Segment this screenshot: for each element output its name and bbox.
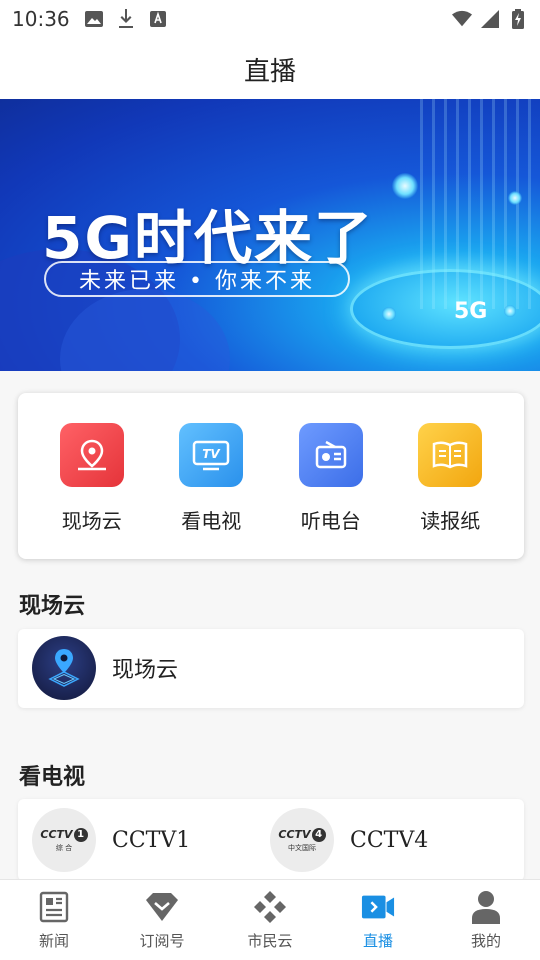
location-pin-icon: [59, 423, 124, 487]
quick-link-watch-tv[interactable]: TV 看电视: [161, 423, 261, 559]
signal-icon: [480, 9, 500, 29]
battery-charging-icon: [508, 9, 528, 29]
banner-glow-dot: [504, 305, 516, 317]
quick-link-label: 现场云: [61, 509, 122, 533]
nav-label: 市民云: [247, 932, 293, 950]
tv-channel-item[interactable]: CCTV 1 综 合 CCTV1: [32, 806, 270, 874]
page-title: 直播: [243, 56, 296, 87]
nav-item-live[interactable]: 直播: [324, 880, 432, 960]
cctv-logo-subtitle: 综 合: [55, 843, 73, 852]
newspaper-icon: [418, 423, 483, 487]
tv-channel-item[interactable]: CCTV 4 中文国际 CCTV4: [270, 806, 508, 874]
list-item-label: 现场云: [112, 658, 179, 683]
scene-cloud-avatar: [32, 636, 96, 700]
promo-banner[interactable]: 5G时代来了 未来已来 • 你来不来 5G: [0, 99, 540, 371]
nav-label: 直播: [362, 932, 393, 950]
cctv-logo-number: 1: [73, 827, 88, 842]
quick-link-label: 读报纸: [420, 509, 481, 533]
banner-glow-dot: [392, 173, 418, 199]
tv-channel-label: CCTV4: [350, 827, 429, 853]
bottom-navigation: 新闻 订阅号 市民云 直播 我的: [0, 879, 540, 960]
nav-item-subscription[interactable]: 订阅号: [108, 880, 216, 960]
nav-label: 新闻: [38, 932, 69, 950]
banner-glow-dot: [508, 191, 522, 205]
citizen-cloud-icon: [253, 890, 287, 924]
nav-item-news[interactable]: 新闻: [0, 880, 108, 960]
cctv-logo-text: CCTV: [278, 828, 311, 841]
quick-link-label: 听电台: [300, 509, 361, 533]
scene-cloud-card: 现场云: [18, 629, 524, 708]
tv-channel-label: CCTV1: [112, 827, 191, 853]
status-time: 10:36: [12, 7, 70, 31]
banner-tagline-pill: 未来已来 • 你来不来: [44, 261, 350, 297]
profile-icon: [469, 890, 503, 924]
nav-item-profile[interactable]: 我的: [432, 880, 540, 960]
nav-label: 订阅号: [139, 932, 185, 950]
cctv-logo-subtitle: 中文国际: [288, 843, 316, 852]
download-notification-icon: [116, 9, 136, 29]
cctv4-logo: CCTV 4 中文国际: [270, 808, 334, 872]
quick-links-card: 现场云 TV 看电视 听电台 读报纸: [18, 393, 524, 559]
nav-label: 我的: [470, 932, 501, 950]
gallery-notification-icon: [84, 9, 104, 29]
section-title-scene-cloud: 现场云: [19, 593, 86, 619]
page-header: 直播: [0, 38, 540, 100]
quick-link-scene-cloud[interactable]: 现场云: [42, 423, 142, 559]
svg-text:TV: TV: [203, 447, 222, 461]
nav-item-citizen-cloud[interactable]: 市民云: [216, 880, 324, 960]
tv-icon: TV: [179, 423, 244, 487]
banner-5g-badge: 5G: [454, 299, 488, 324]
list-item[interactable]: 现场云: [32, 636, 510, 700]
quick-link-radio[interactable]: 听电台: [281, 423, 381, 559]
live-video-icon: [361, 890, 395, 924]
cctv-logo-number: 4: [311, 827, 326, 842]
subscribe-diamond-icon: [145, 890, 179, 924]
quick-link-newspaper[interactable]: 读报纸: [400, 423, 500, 559]
app-notification-icon: [148, 9, 168, 29]
cctv-logo-text: CCTV: [40, 828, 73, 841]
quick-link-label: 看电视: [181, 509, 242, 533]
section-title-tv: 看电视: [19, 764, 86, 790]
news-icon: [37, 890, 71, 924]
cctv1-logo: CCTV 1 综 合: [32, 808, 96, 872]
wifi-icon: [452, 9, 472, 29]
status-bar: 10:36: [0, 0, 540, 38]
radio-icon: [298, 423, 363, 487]
banner-tagline: 未来已来 • 你来不来: [79, 269, 315, 294]
banner-glow-dot: [382, 307, 396, 321]
tv-channels-card: CCTV 1 综 合 CCTV1 CCTV 4 中文国际 CCTV4: [18, 799, 524, 881]
